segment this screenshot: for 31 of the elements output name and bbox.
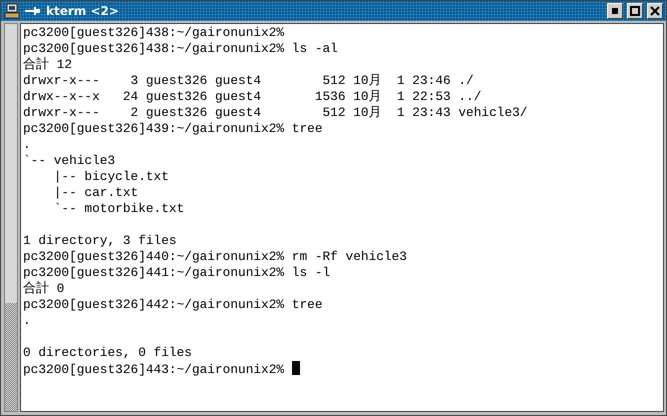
- computer-icon[interactable]: [4, 3, 20, 19]
- maximize-icon: [630, 6, 640, 16]
- terminal-line: pc3200[guest326]442:~/gaironunix2% tree: [23, 297, 322, 312]
- terminal-line: pc3200[guest326]439:~/gaironunix2% tree: [23, 121, 322, 136]
- pin-icon[interactable]: [24, 5, 42, 17]
- minimize-button[interactable]: [607, 3, 623, 19]
- close-icon: [650, 6, 660, 16]
- terminal-line: drwxr-x--- 2 guest326 guest4 512 10月 1 23:43 vehicle3/: [23, 105, 528, 120]
- window-title: kterm <2>: [46, 4, 119, 18]
- terminal-line: `-- vehicle3: [23, 153, 116, 168]
- terminal-line: 1 directory, 3 files: [23, 233, 177, 248]
- terminal-line: `-- motorbike.txt: [52, 201, 184, 216]
- terminal-line: .: [23, 313, 31, 328]
- terminal-line: pc3200[guest326]438:~/gaironunix2%: [23, 25, 284, 40]
- close-button[interactable]: [647, 3, 663, 19]
- terminal-line: drwx--x--x 24 guest326 guest4 1536 10月 1 22:53 ../: [23, 89, 482, 104]
- terminal-line: 合計 12: [23, 57, 72, 72]
- scrollbar[interactable]: [4, 23, 18, 412]
- terminal-line: |-- car.txt: [52, 185, 138, 200]
- terminal-line: pc3200[guest326]438:~/gaironunix2% ls -al: [23, 41, 338, 56]
- terminal-line: drwxr-x--- 3 guest326 guest4 512 10月 1 23:46 ./: [23, 73, 474, 88]
- scrollbar-thumb[interactable]: [5, 303, 17, 411]
- terminal-line: pc3200[guest326]441:~/gaironunix2% ls -l: [23, 265, 330, 280]
- terminal-line: |-- bicycle.txt: [52, 169, 169, 184]
- terminal-line: .: [23, 137, 31, 152]
- terminal-line: pc3200[guest326]440:~/gaironunix2% rm -Rf vehicle3: [23, 249, 407, 264]
- minimize-icon: [612, 8, 618, 14]
- terminal-line: pc3200[guest326]443:~/gaironunix2%: [23, 362, 286, 377]
- terminal-line: 0 directories, 0 files: [23, 345, 192, 360]
- terminal-line: 合計 0: [23, 281, 64, 296]
- maximize-button[interactable]: [627, 3, 643, 19]
